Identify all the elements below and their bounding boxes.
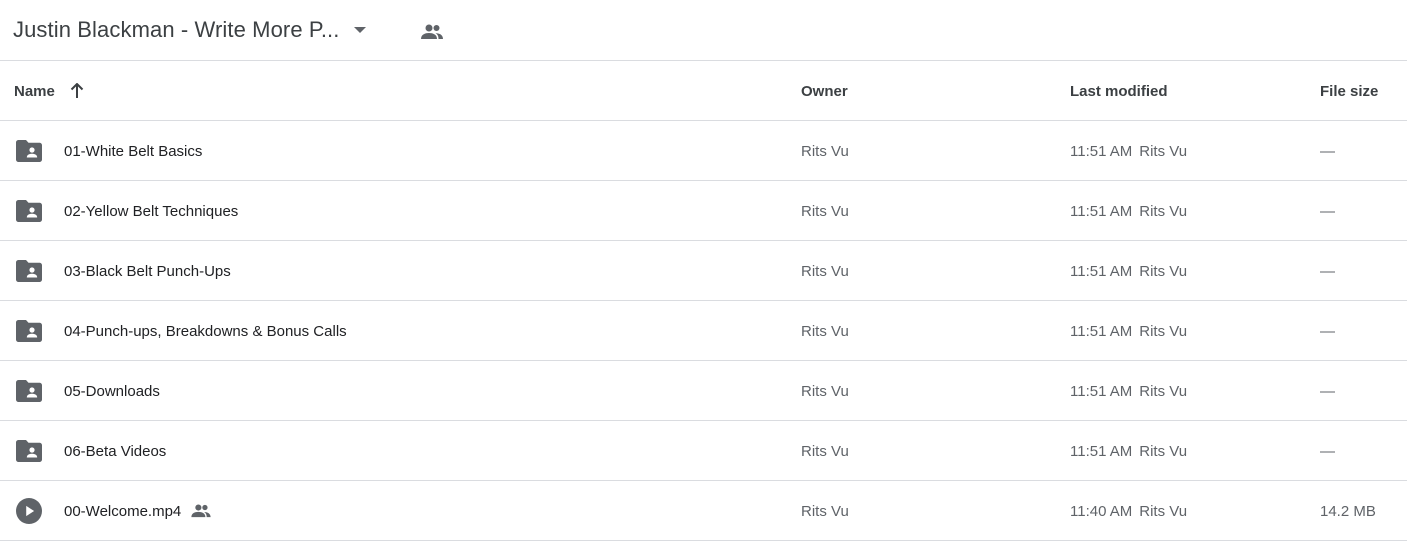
- last-modified-cell: 11:51 AM Rits Vu: [1070, 382, 1188, 400]
- file-name: 00-Welcome.mp4: [64, 481, 211, 541]
- file-row[interactable]: 05-Downloads Rits Vu 11:51 AM Rits Vu —: [0, 361, 1407, 421]
- column-name-label: Name: [14, 82, 55, 100]
- file-name: 03-Black Belt Punch-Ups: [64, 262, 231, 280]
- folder-title: Justin Blackman - Write More P...: [13, 17, 340, 42]
- file-name: 02-Yellow Belt Techniques: [64, 202, 239, 220]
- file-size-cell: —: [1320, 382, 1335, 400]
- owner-cell: Rits Vu: [801, 442, 849, 460]
- file-row[interactable]: 04-Punch-ups, Breakdowns & Bonus Calls R…: [0, 301, 1407, 361]
- column-owner-header[interactable]: Owner: [801, 61, 848, 121]
- last-modified-cell: 11:51 AM Rits Vu: [1070, 202, 1188, 220]
- file-row[interactable]: 02-Yellow Belt Techniques Rits Vu 11:51 …: [0, 181, 1407, 241]
- column-last-modified-label: Last modified: [1070, 82, 1168, 100]
- shared-folder-icon: [16, 138, 42, 164]
- owner-cell: Rits Vu: [801, 382, 849, 400]
- column-header-row: Name Owner Last modified File size: [0, 61, 1407, 121]
- shared-folder-icon: [16, 318, 42, 344]
- file-row[interactable]: 06-Beta Videos Rits Vu 11:51 AM Rits Vu —: [0, 421, 1407, 481]
- shared-folder-icon: [16, 258, 42, 284]
- video-play-icon: [16, 498, 42, 524]
- shared-people-icon: [191, 504, 211, 518]
- file-name: 01-White Belt Basics: [64, 142, 203, 160]
- shared-folder-icon: [16, 198, 42, 224]
- last-modified-cell: 11:40 AM Rits Vu: [1070, 502, 1188, 520]
- shared-folder-icon: [16, 378, 42, 404]
- last-modified-cell: 11:51 AM Rits Vu: [1070, 442, 1188, 460]
- owner-cell: Rits Vu: [801, 142, 849, 160]
- shared-people-icon[interactable]: [420, 20, 444, 44]
- owner-cell: Rits Vu: [801, 262, 849, 280]
- file-row[interactable]: 03-Black Belt Punch-Ups Rits Vu 11:51 AM…: [0, 241, 1407, 301]
- file-size-cell: —: [1320, 142, 1335, 160]
- shared-folder-icon: [16, 438, 42, 464]
- column-file-size-header[interactable]: File size: [1320, 61, 1378, 121]
- file-name: 05-Downloads: [64, 382, 160, 400]
- last-modified-cell: 11:51 AM Rits Vu: [1070, 142, 1188, 160]
- file-row[interactable]: 01-White Belt Basics Rits Vu 11:51 AM Rit…: [0, 121, 1407, 181]
- arrow-up-icon[interactable]: [69, 82, 87, 100]
- column-owner-label: Owner: [801, 82, 848, 100]
- owner-cell: Rits Vu: [801, 202, 849, 220]
- folder-title-menu[interactable]: Justin Blackman - Write More P...: [13, 14, 367, 46]
- file-name: 06-Beta Videos: [64, 442, 167, 460]
- caret-down-icon: [353, 14, 367, 46]
- file-size-cell: —: [1320, 262, 1335, 280]
- last-modified-cell: 11:51 AM Rits Vu: [1070, 262, 1188, 280]
- file-size-cell: 14.2 MB: [1320, 502, 1376, 520]
- column-file-size-label: File size: [1320, 82, 1379, 100]
- file-name: 04-Punch-ups, Breakdowns & Bonus Calls: [64, 322, 347, 340]
- file-list: 01-White Belt Basics Rits Vu 11:51 AM Rit…: [0, 121, 1407, 541]
- header-bar: Justin Blackman - Write More P...: [0, 0, 1407, 61]
- owner-cell: Rits Vu: [801, 322, 849, 340]
- file-size-cell: —: [1320, 322, 1335, 340]
- owner-cell: Rits Vu: [801, 502, 849, 520]
- file-size-cell: —: [1320, 442, 1335, 460]
- column-name-header[interactable]: Name: [14, 61, 87, 121]
- last-modified-cell: 11:51 AM Rits Vu: [1070, 322, 1188, 340]
- file-size-cell: —: [1320, 202, 1335, 220]
- file-row[interactable]: 00-Welcome.mp4 Rits Vu 11:40 AM Rits Vu 1…: [0, 481, 1407, 541]
- column-last-modified-header[interactable]: Last modified: [1070, 61, 1168, 121]
